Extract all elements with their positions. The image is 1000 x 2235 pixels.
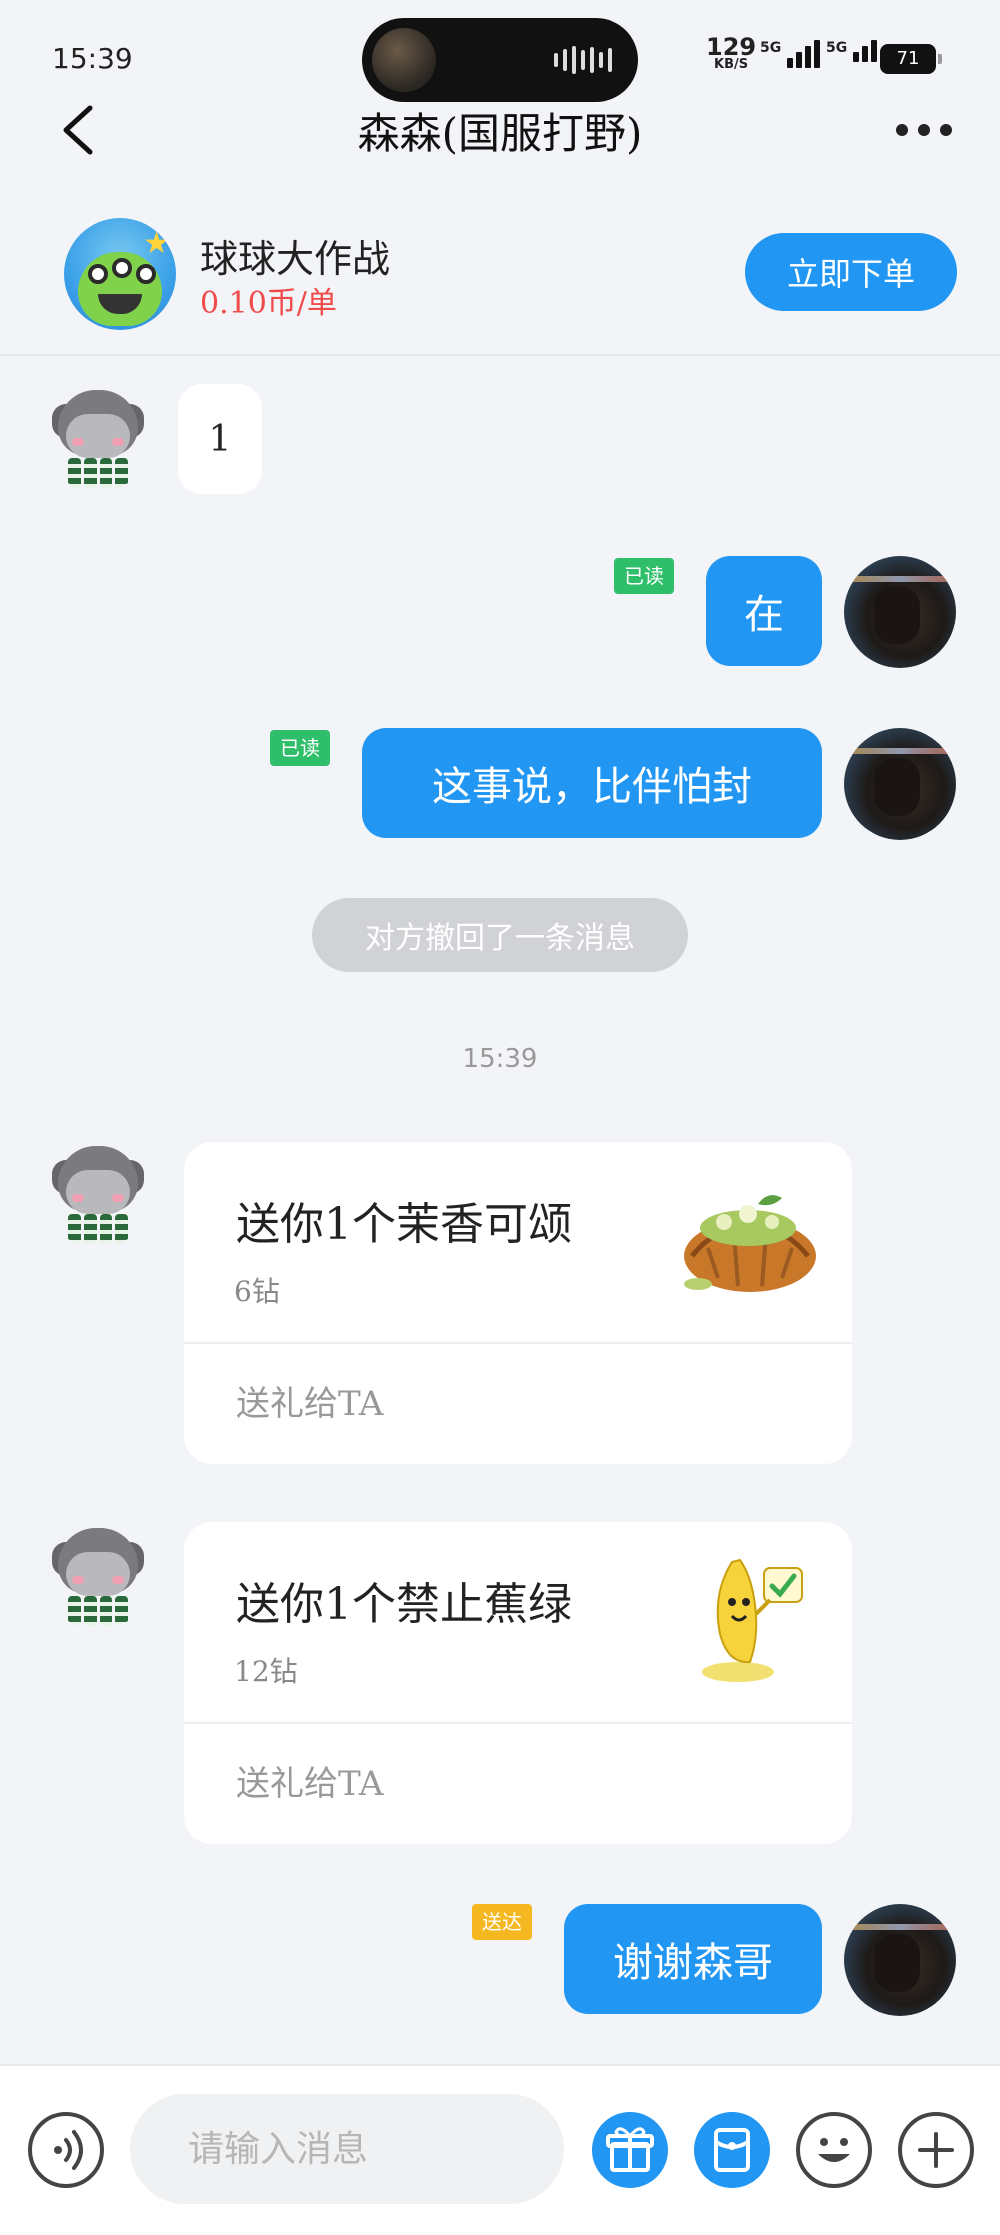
status-time: 15:39 <box>52 42 133 75</box>
alien-eye <box>88 264 108 284</box>
signal-icon: 5G <box>760 40 821 68</box>
gift-icon <box>606 2127 654 2172</box>
sent-status-badge: 送达 <box>472 1904 532 1940</box>
contact-avatar[interactable] <box>44 384 152 492</box>
more-actions-button[interactable] <box>898 2112 974 2188</box>
dynamic-island[interactable] <box>362 18 638 102</box>
game-avatar[interactable]: ★ <box>64 218 176 330</box>
dot-icon <box>896 124 908 136</box>
dot-icon <box>940 124 952 136</box>
message-timestamp: 15:39 <box>462 1044 538 1074</box>
read-status-badge: 已读 <box>270 730 330 766</box>
music-cover-icon <box>372 28 436 92</box>
more-button[interactable] <box>888 110 960 150</box>
star-icon: ★ <box>143 226 170 261</box>
red-packet-icon <box>714 2128 750 2172</box>
gift-card[interactable]: 送你1个禁止蕉绿 12钻 送礼给TA <box>184 1522 852 1844</box>
recall-notice: 对方撤回了一条消息 <box>312 898 688 972</box>
battery-icon: 71 <box>880 44 942 74</box>
gift-title: 送你1个茉香可颂 <box>236 1199 572 1250</box>
divider <box>184 1342 852 1344</box>
banana-icon <box>702 1558 803 1682</box>
message-bubble[interactable]: 在 <box>706 556 822 666</box>
net-speed: 129 KB/S <box>706 35 756 74</box>
contact-avatar[interactable] <box>44 1522 152 1630</box>
send-gift-link[interactable]: 送礼给TA <box>236 1756 383 1805</box>
plus-icon <box>918 2132 954 2168</box>
smiley-icon <box>818 2138 850 2162</box>
voice-button[interactable] <box>28 2112 104 2188</box>
battery-level: 71 <box>896 48 920 69</box>
emoji-button[interactable] <box>796 2112 872 2188</box>
message-input[interactable] <box>130 2094 564 2204</box>
dot-icon <box>918 124 930 136</box>
gift-card[interactable]: 送你1个茉香可颂 6钻 送礼给TA <box>184 1142 852 1464</box>
divider <box>0 354 1000 356</box>
contact-avatar[interactable] <box>44 1140 152 1248</box>
my-avatar[interactable] <box>844 1904 956 2016</box>
divider <box>184 1722 852 1724</box>
message-bubble[interactable]: 谢谢森哥 <box>564 1904 822 2014</box>
game-price: 0.10币/单 <box>200 286 337 321</box>
alien-eye <box>112 258 132 278</box>
send-gift-link[interactable]: 送礼给TA <box>236 1376 383 1425</box>
gift-price: 12钻 <box>234 1655 298 1688</box>
my-avatar[interactable] <box>844 728 956 840</box>
chat-title: 森森(国服打野) <box>357 109 643 158</box>
alien-eye <box>136 264 156 284</box>
order-now-button[interactable]: 立即下单 <box>745 233 957 311</box>
croissant-icon <box>684 1195 816 1292</box>
red-packet-button[interactable] <box>694 2112 770 2188</box>
gift-button[interactable] <box>592 2112 668 2188</box>
gift-price: 6钻 <box>234 1275 280 1308</box>
message-bubble[interactable]: 1 <box>178 384 262 494</box>
message-bubble[interactable]: 这事说，比伴怕封 <box>362 728 822 838</box>
gift-title: 送你1个禁止蕉绿 <box>236 1579 572 1630</box>
signal-label-2: 5G <box>826 40 848 56</box>
read-status-badge: 已读 <box>614 558 674 594</box>
audio-wave-icon <box>554 46 612 74</box>
signal-icon-2: 5G <box>826 40 878 62</box>
signal-label: 5G <box>760 40 782 56</box>
game-name: 球球大作战 <box>200 237 391 281</box>
voice-icon <box>54 2130 83 2170</box>
my-avatar[interactable] <box>844 556 956 668</box>
